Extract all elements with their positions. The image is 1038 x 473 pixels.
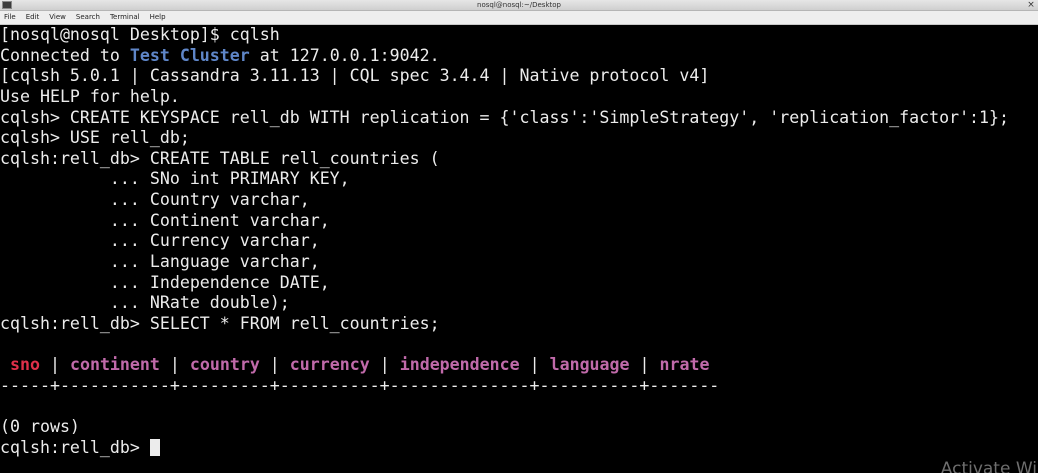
column-separator: | (519, 355, 550, 375)
output-line: [nosql@nosql Desktop]$ cqlsh (0, 25, 280, 44)
output-line: Connected to Test Cluster at 127.0.0.1:9… (0, 46, 1038, 67)
output-line: [cqlsh 5.0.1 | Cassandra 3.11.13 | CQL s… (0, 66, 710, 86)
row-count: (0 rows) (0, 417, 80, 437)
result-divider: -----+-----------+---------+----------+-… (0, 375, 720, 395)
continuation-line: ... Language varchar, (0, 252, 320, 272)
column-header-sno: sno (10, 355, 40, 375)
column-header-nrate: nrate (659, 355, 710, 375)
column-separator: | (629, 355, 660, 375)
close-icon[interactable]: × (1026, 0, 1036, 10)
command-line: cqlsh> USE rell_db; (0, 128, 190, 148)
prompt: cqlsh:rell_db> (0, 437, 150, 457)
column-separator: | (39, 355, 70, 375)
continuation-line: ... Independence DATE, (0, 272, 330, 292)
menu-help[interactable]: Help (150, 11, 166, 24)
menu-edit[interactable]: Edit (26, 11, 40, 24)
cluster-name: Test Cluster (129, 45, 250, 65)
column-header-continent: continent (69, 355, 160, 375)
window-title: nosql@nosql:~/Desktop (477, 1, 561, 9)
column-header-country: country (189, 355, 260, 375)
connected-text: Connected to (0, 45, 130, 65)
terminal-output[interactable]: [nosql@nosql Desktop]$ cqlsh Connected to… (0, 25, 1038, 473)
menu-search[interactable]: Search (76, 11, 100, 24)
column-separator: | (159, 355, 190, 375)
header-indent (0, 355, 10, 374)
connected-address: at 127.0.0.1:9042. (249, 45, 440, 65)
command-line: cqlsh:rell_db> CREATE TABLE rell_countri… (0, 148, 440, 168)
prompt-line[interactable]: cqlsh:rell_db> (0, 438, 1038, 459)
continuation-line: ... Country varchar, (0, 190, 310, 210)
menu-view[interactable]: View (49, 11, 66, 24)
column-header-independence: independence (399, 355, 520, 375)
result-header: sno | continent | country | currency | i… (0, 355, 1038, 376)
continuation-line: ... Continent varchar, (0, 210, 330, 230)
command-line: cqlsh:rell_db> SELECT * FROM rell_countr… (0, 313, 440, 333)
column-header-language: language (549, 355, 630, 375)
continuation-line: ... SNo int PRIMARY KEY, (0, 169, 350, 189)
output-line: Use HELP for help. (0, 86, 180, 106)
text-cursor (149, 438, 160, 456)
activation-watermark: Activate Wir (940, 459, 1038, 473)
menu-file[interactable]: File (4, 11, 16, 24)
title-bar[interactable]: nosql@nosql:~/Desktop × (0, 0, 1038, 11)
continuation-line: ... Currency varchar, (0, 231, 320, 251)
terminal-window: nosql@nosql:~/Desktop × File Edit View S… (0, 0, 1038, 473)
column-header-currency: currency (289, 355, 370, 375)
menu-bar: File Edit View Search Terminal Help (0, 11, 1038, 25)
continuation-line: ... NRate double); (0, 293, 290, 313)
menu-terminal[interactable]: Terminal (110, 11, 140, 24)
command-line: cqlsh> CREATE KEYSPACE rell_db WITH repl… (0, 107, 1010, 127)
column-separator: | (369, 355, 400, 375)
column-separator: | (259, 355, 290, 375)
